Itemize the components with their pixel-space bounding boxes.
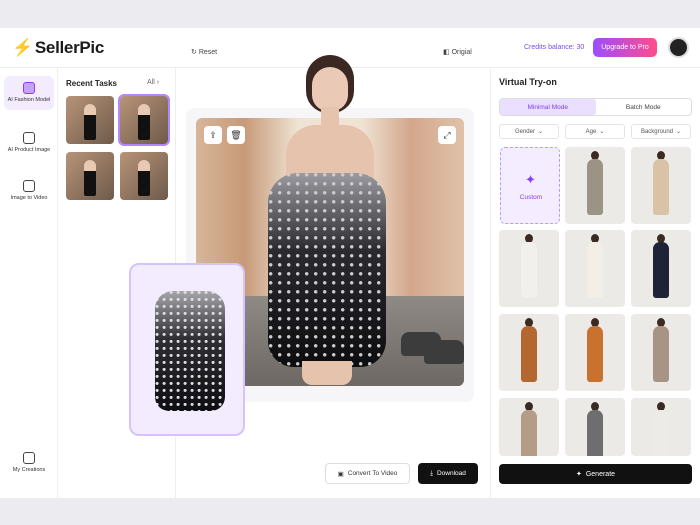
garment-card[interactable]	[129, 263, 245, 436]
nav-label: Image to Video	[10, 195, 48, 201]
upgrade-button[interactable]: Upgrade to Pro	[593, 38, 657, 57]
model-tile[interactable]	[631, 230, 691, 307]
download-label: Download	[436, 470, 466, 477]
nav-label: AI Product Image	[7, 147, 51, 153]
recent-task-thumb[interactable]	[118, 94, 170, 146]
garment-image	[155, 291, 225, 411]
model-tile[interactable]	[631, 398, 691, 456]
share-icon[interactable]: ⇪	[204, 126, 222, 144]
recent-task-thumb[interactable]	[66, 152, 114, 200]
download-button[interactable]: ⤓ Download	[418, 463, 478, 484]
model-tile[interactable]	[565, 314, 625, 391]
model-tile[interactable]	[631, 314, 691, 391]
custom-model-tile[interactable]: ✦ Custom	[500, 147, 560, 224]
bolt-icon: ⚡	[12, 38, 33, 57]
trash-icon[interactable]: 🗑	[227, 126, 245, 144]
recent-task-thumb[interactable]	[120, 152, 168, 200]
magic-icon: ✦	[575, 471, 582, 478]
image-icon	[23, 132, 35, 144]
mode-batch[interactable]: Batch Mode	[596, 99, 692, 115]
nav-label: AI Fashion Model	[7, 97, 51, 103]
recent-all-link[interactable]: All ›	[147, 79, 159, 86]
generate-label: Generate	[585, 470, 616, 478]
chevron-down-icon: ⌄	[537, 129, 544, 135]
video-icon: ▣	[337, 470, 344, 478]
credits-balance: Credits balance: 30	[524, 44, 585, 51]
video-icon	[23, 180, 35, 192]
filter-label: Age	[585, 128, 597, 135]
chevron-right-icon: ›	[156, 79, 160, 86]
virtual-tryon-panel: Virtual Try-on Minimal Mode Batch Mode G…	[490, 68, 700, 498]
reset-button[interactable]: ↻ Reset	[191, 48, 217, 56]
model-dress	[268, 173, 386, 367]
brand-name: SellerPic	[34, 38, 105, 57]
original-toggle[interactable]: ◧ Origial	[443, 48, 472, 56]
car	[424, 340, 464, 364]
brand-logo[interactable]: ⚡ SellerPic	[12, 38, 104, 58]
model-tile[interactable]	[499, 314, 559, 391]
panel-title: Virtual Try-on	[499, 77, 557, 87]
left-nav: AI Fashion Model AI Product Image Image …	[0, 68, 58, 498]
filter-background[interactable]: Background ⌄	[631, 124, 691, 139]
filter-age[interactable]: Age ⌄	[565, 124, 625, 139]
nav-item-image-to-video[interactable]: Image to Video	[4, 174, 54, 208]
nav-item-ai-product-image[interactable]: AI Product Image	[4, 126, 54, 160]
model-legs	[302, 361, 352, 385]
filter-gender[interactable]: Gender ⌄	[499, 124, 559, 139]
mode-minimal[interactable]: Minimal Mode	[500, 99, 596, 115]
all-label: All	[147, 79, 155, 86]
recent-tasks-title: Recent Tasks	[66, 79, 117, 88]
model-tile[interactable]	[499, 230, 559, 307]
model-figure	[262, 55, 392, 385]
model-face	[312, 67, 348, 111]
dress-icon	[23, 82, 35, 94]
filter-label: Gender	[514, 128, 535, 135]
reset-icon: ↻	[191, 49, 197, 56]
model-tile[interactable]	[631, 147, 691, 224]
custom-label: Custom	[519, 194, 543, 201]
generate-button[interactable]: ✦ Generate	[499, 464, 692, 484]
recent-task-thumb[interactable]	[66, 96, 114, 144]
model-tile[interactable]	[565, 230, 625, 307]
convert-label: Convert To Video	[347, 470, 398, 477]
reset-label: Reset	[198, 49, 218, 56]
nav-item-my-creations[interactable]: My Creations	[4, 446, 54, 480]
model-tile[interactable]	[499, 398, 559, 456]
convert-to-video-button[interactable]: ▣ Convert To Video	[325, 463, 410, 484]
model-tile[interactable]	[565, 398, 625, 456]
nav-label: My Creations	[12, 467, 46, 473]
model-tile[interactable]	[565, 147, 625, 224]
compare-icon: ◧	[443, 49, 450, 56]
chevron-down-icon: ⌄	[599, 129, 605, 135]
download-icon: ⤓	[430, 469, 433, 477]
magic-icon: ✦	[525, 172, 536, 187]
chevron-down-icon: ⌄	[676, 129, 682, 135]
original-label: Origial	[451, 49, 472, 56]
mode-switch: Minimal Mode Batch Mode	[499, 98, 692, 116]
filter-label: Background	[640, 128, 673, 135]
folder-icon	[23, 452, 35, 464]
avatar[interactable]	[668, 37, 689, 58]
expand-icon[interactable]: ⤢	[438, 126, 456, 144]
nav-item-ai-fashion-model[interactable]: AI Fashion Model	[4, 76, 54, 111]
